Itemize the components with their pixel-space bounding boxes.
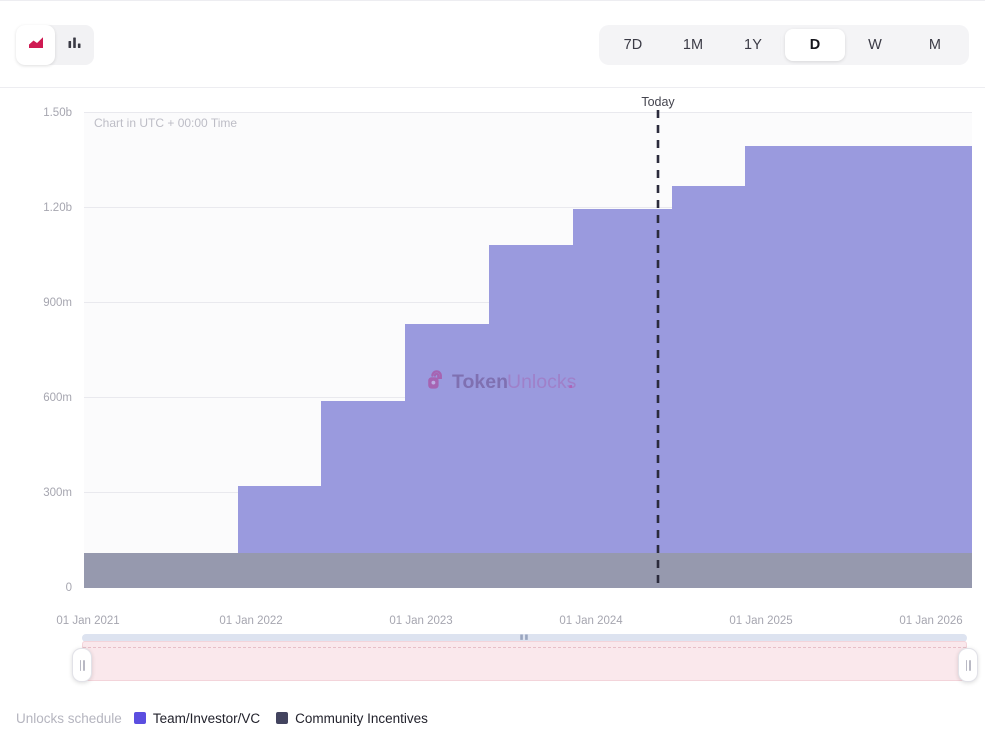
- watermark-text-light: Unlocks: [507, 371, 577, 393]
- bar-chart-type-button[interactable]: [55, 25, 94, 65]
- chart-type-toggle-group: [16, 25, 94, 65]
- grip-line-icon: [80, 660, 82, 671]
- legend-item-community-incentives[interactable]: Community Incentives: [276, 711, 428, 726]
- slider-handle-right[interactable]: [958, 648, 978, 682]
- x-tick-label: 01 Jan 2023: [389, 615, 452, 627]
- legend-title: Unlocks schedule: [16, 711, 122, 726]
- interval-button-d[interactable]: D: [785, 29, 845, 61]
- area-chart-type-button[interactable]: [16, 25, 55, 65]
- watermark-text-bold: Token: [452, 371, 508, 393]
- y-axis: 1.50b 1.20b 900m 600m 300m 0: [43, 107, 72, 594]
- watermark-text-dot: .: [568, 371, 573, 393]
- slider-track-grip-icon: ▮▮: [518, 636, 532, 640]
- unlocks-chart[interactable]: 1.50b 1.20b 900m 600m 300m 0 Token Unloc…: [0, 88, 985, 688]
- bar-chart-icon: [66, 34, 84, 57]
- y-tick-label: 1.20b: [43, 202, 72, 214]
- chart-toolbar: 7D 1M 1Y All D W M: [0, 0, 985, 88]
- range-button-1y[interactable]: 1Y: [723, 29, 783, 61]
- grip-line-icon: [966, 660, 968, 671]
- today-label: Today: [641, 95, 675, 109]
- x-axis: 01 Jan 2021 01 Jan 2022 01 Jan 2023 01 J…: [56, 615, 962, 627]
- y-tick-label: 300m: [43, 487, 72, 499]
- x-tick-label: 01 Jan 2022: [219, 615, 282, 627]
- x-tick-label: 01 Jan 2025: [729, 615, 792, 627]
- y-tick-label: 0: [66, 582, 72, 594]
- interval-toggle-group: D W M: [781, 25, 969, 65]
- slider-window-divider: [83, 647, 966, 649]
- x-tick-label: 01 Jan 2021: [56, 615, 119, 627]
- area-chart-icon: [27, 34, 45, 57]
- chart-timezone-note: Chart in UTC + 00:00 Time: [94, 116, 237, 130]
- legend-swatch-icon: [276, 712, 288, 724]
- x-tick-label: 01 Jan 2026: [899, 615, 962, 627]
- interval-button-w[interactable]: W: [845, 29, 905, 61]
- legend-swatch-icon: [134, 712, 146, 724]
- legend-item-label: Community Incentives: [295, 711, 428, 726]
- x-tick-label: 01 Jan 2024: [559, 615, 623, 627]
- grip-line-icon: [83, 660, 85, 671]
- series-area-community-incentives[interactable]: [84, 553, 972, 588]
- grip-line-icon: [969, 660, 971, 671]
- y-tick-label: 1.50b: [43, 107, 72, 119]
- legend-item-team-investor-vc[interactable]: Team/Investor/VC: [134, 711, 260, 726]
- legend-item-label: Team/Investor/VC: [153, 711, 260, 726]
- slider-selected-window[interactable]: [82, 641, 967, 681]
- chart-legend: Unlocks schedule Team/Investor/VC Commun…: [16, 708, 436, 728]
- range-button-7d[interactable]: 7D: [603, 29, 663, 61]
- y-tick-label: 900m: [43, 297, 72, 309]
- interval-button-m[interactable]: M: [905, 29, 965, 61]
- slider-handle-left[interactable]: [72, 648, 92, 682]
- y-tick-label: 600m: [43, 392, 72, 404]
- range-button-1m[interactable]: 1M: [663, 29, 723, 61]
- chart-canvas[interactable]: 1.50b 1.20b 900m 600m 300m 0 Token Unloc…: [0, 88, 985, 688]
- chart-range-slider[interactable]: ▮▮: [72, 634, 977, 682]
